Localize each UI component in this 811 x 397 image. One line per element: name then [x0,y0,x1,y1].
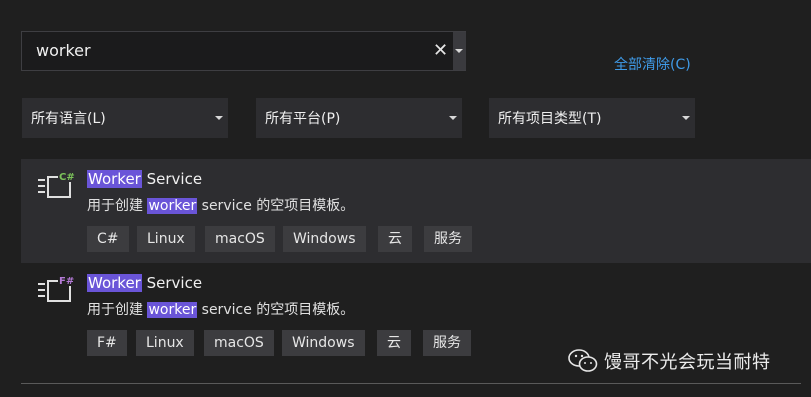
watermark-text: 馒哥不光会玩当耐特 [604,352,771,373]
template-description: 用于创建 worker service 的空项目模板。 [87,299,354,319]
chevron-down-icon [682,116,690,120]
language-filter-label: 所有语言(L) [31,111,106,127]
desc-text: service 的空项目模板。 [197,302,355,318]
list-divider [21,383,801,384]
search-input[interactable]: worker [36,41,91,60]
title-search-match: Worker [87,170,142,188]
desc-search-match: worker [147,302,198,318]
clear-all-link[interactable]: 全部清除(C) [614,54,691,74]
worker-service-fsharp-icon: F# [38,274,75,302]
tag-platform-macos: macOS [204,330,274,356]
tag-language: C# [87,226,129,252]
title-search-match: Worker [87,274,142,292]
platform-filter-label: 所有平台(P) [265,111,341,127]
tag-cloud: 云 [378,226,412,252]
language-filter-dropdown[interactable]: 所有语言(L) [22,98,228,138]
tag-platform-macos: macOS [205,226,275,252]
tag-service: 服务 [424,226,472,252]
clear-search-icon[interactable]: ✕ [433,40,448,61]
tag-platform-windows: Windows [283,226,366,252]
tag-platform-linux: Linux [137,226,195,252]
chevron-down-icon [449,116,457,120]
project-type-filter-label: 所有项目类型(T) [498,111,602,127]
title-text: Service [141,170,203,188]
project-type-filter-dropdown[interactable]: 所有项目类型(T) [489,98,695,138]
chevron-down-icon [215,116,223,120]
tag-service: 服务 [423,330,471,356]
tag-language: F# [87,330,127,356]
title-text: Service [141,274,203,292]
template-title: Worker Service [87,170,202,188]
tag-platform-windows: Windows [282,330,365,356]
platform-filter-dropdown[interactable]: 所有平台(P) [256,98,462,138]
template-list-item[interactable]: C# Worker Service 用于创建 worker service 的空… [21,159,811,263]
svg-text:F#: F# [59,276,74,287]
template-description: 用于创建 worker service 的空项目模板。 [87,195,354,215]
desc-text: 用于创建 [87,302,148,318]
desc-text: 用于创建 [87,198,148,214]
wechat-icon [568,349,598,372]
search-history-dropdown-button[interactable] [453,32,466,70]
worker-service-csharp-icon: C# [38,170,75,198]
tag-cloud: 云 [377,330,411,356]
template-title: Worker Service [87,274,202,292]
desc-search-match: worker [147,198,198,214]
desc-text: service 的空项目模板。 [197,198,355,214]
tag-platform-linux: Linux [136,330,194,356]
chevron-down-icon [455,49,463,53]
svg-text:C#: C# [59,172,75,183]
search-box[interactable]: worker ✕ [21,31,466,71]
